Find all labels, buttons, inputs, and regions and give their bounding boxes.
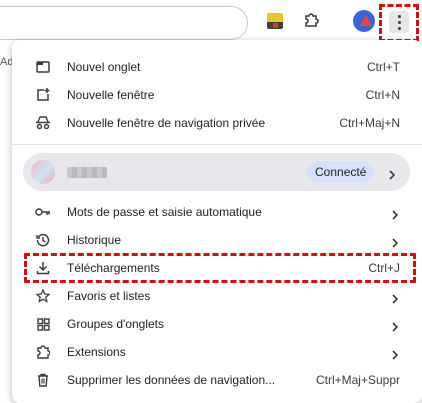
menu-item-label: Mots de passe et saisie automatique <box>67 205 262 219</box>
profile-avatar <box>31 160 55 184</box>
menu-item-label: Groupes d'onglets <box>67 317 165 331</box>
menu-item-label: Nouvelle fenêtre de navigation privée <box>67 116 266 130</box>
address-bar[interactable] <box>0 6 248 40</box>
download-icon <box>35 260 51 276</box>
chevron-right-icon <box>390 235 400 248</box>
trash-icon <box>35 372 51 388</box>
menu-item-shortcut: Ctrl+T <box>367 60 400 74</box>
menu-item-shortcut: Ctrl+Maj+Suppr <box>315 373 400 387</box>
profile-avatar-icon[interactable] <box>353 10 375 32</box>
menu-item-extensions[interactable]: Extensions <box>12 338 422 366</box>
profile-name-redacted <box>67 167 107 178</box>
chevron-right-icon <box>390 291 400 304</box>
menu-item-new-window[interactable]: Nouvelle fenêtre Ctrl+N <box>12 81 422 109</box>
menu-item-incognito-window[interactable]: Nouvelle fenêtre de navigation privée Ct… <box>12 109 422 137</box>
menu-item-bookmarks[interactable]: Favoris et listes <box>12 282 422 310</box>
menu-item-shortcut: Ctrl+Maj+N <box>339 116 400 130</box>
star-icon <box>35 288 51 304</box>
chevron-right-icon <box>390 347 400 360</box>
chevron-right-icon <box>390 319 400 332</box>
new-window-icon <box>35 87 51 103</box>
chevron-right-icon <box>390 207 400 220</box>
menu-item-history[interactable]: Historique <box>12 226 422 254</box>
menu-item-downloads[interactable]: Téléchargements Ctrl+J <box>12 254 422 282</box>
extension-icon <box>35 344 51 360</box>
extension-app-icon[interactable] <box>264 10 286 32</box>
menu-item-new-tab[interactable]: Nouvel onglet Ctrl+T <box>12 53 422 81</box>
history-icon <box>35 232 51 248</box>
menu-item-label: Favoris et listes <box>67 289 151 303</box>
incognito-icon <box>35 115 51 131</box>
more-vert-icon[interactable] <box>389 11 409 33</box>
menu-divider <box>12 144 422 145</box>
browser-toolbar <box>0 0 422 44</box>
key-icon <box>35 204 51 220</box>
menu-item-clear-browsing-data[interactable]: Supprimer les données de navigation... C… <box>12 366 422 394</box>
menu-item-label: Téléchargements <box>67 261 160 275</box>
profile-row[interactable]: Connecté <box>23 153 410 191</box>
new-tab-icon <box>35 59 51 75</box>
sync-status-badge: Connecté <box>307 161 375 183</box>
menu-item-tab-groups[interactable]: Groupes d'onglets <box>12 310 422 338</box>
menu-item-shortcut: Ctrl+J <box>368 261 400 275</box>
menu-item-label: Nouvelle fenêtre <box>67 88 155 102</box>
menu-item-passwords[interactable]: Mots de passe et saisie automatique <box>12 198 422 226</box>
menu-item-label: Historique <box>67 233 122 247</box>
menu-item-label: Supprimer les données de navigation... <box>67 373 276 387</box>
menu-item-shortcut: Ctrl+N <box>365 88 400 102</box>
puzzle-icon[interactable] <box>300 10 322 32</box>
chevron-right-icon <box>387 167 397 180</box>
tab-groups-icon <box>35 316 51 332</box>
menu-item-label: Nouvel onglet <box>67 60 141 74</box>
menu-item-label: Extensions <box>67 345 126 359</box>
